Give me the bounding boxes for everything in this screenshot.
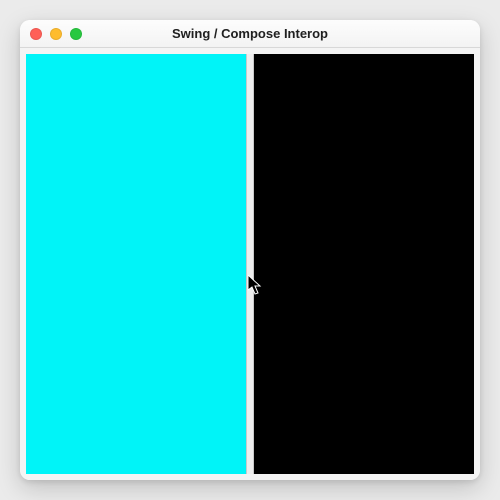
maximize-icon[interactable] — [70, 28, 82, 40]
content-area — [20, 48, 480, 480]
app-window: Swing / Compose Interop — [20, 20, 480, 480]
left-panel[interactable] — [26, 54, 246, 474]
split-divider[interactable] — [246, 54, 254, 474]
right-panel[interactable] — [254, 54, 474, 474]
window-title: Swing / Compose Interop — [20, 26, 480, 41]
titlebar[interactable]: Swing / Compose Interop — [20, 20, 480, 48]
close-icon[interactable] — [30, 28, 42, 40]
minimize-icon[interactable] — [50, 28, 62, 40]
window-controls — [30, 28, 82, 40]
